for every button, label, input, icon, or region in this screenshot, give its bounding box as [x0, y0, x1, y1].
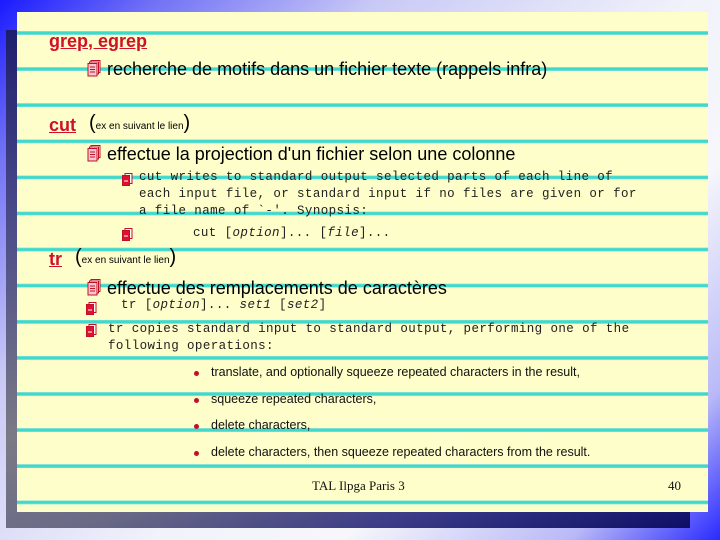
tr-description: effectue des remplacements de caractères — [107, 278, 447, 298]
bullet-item: delete characters, — [211, 418, 311, 432]
bullet-dot — [194, 424, 199, 429]
page-number: 40 — [668, 478, 681, 493]
tr-desc-line-1: tr copies standard input to standard out… — [108, 322, 630, 336]
tr-note: (ex en suivant le lien) — [75, 246, 177, 268]
cut-desc-line-2: each input file, or standard input if no… — [139, 187, 637, 201]
document-icon — [86, 302, 97, 320]
tr-synopsis: tr [option]... set1 [set2] — [121, 298, 327, 312]
document-stack-icon — [87, 145, 101, 167]
heading-link-grep[interactable]: grep, egrep — [49, 31, 147, 52]
slide-paper: grep, egrep recherche de motifs dans un … — [17, 12, 708, 512]
bullet-item: squeeze repeated characters, — [211, 392, 377, 406]
cut-desc-line-1: cut writes to standard output selected p… — [139, 170, 614, 184]
heading-link-tr[interactable]: tr — [49, 249, 62, 270]
document-icon — [122, 173, 133, 191]
bullet-item: delete characters, then squeeze repeated… — [211, 445, 591, 459]
document-icon — [86, 324, 97, 342]
cut-desc-line-3: a file name of `-'. Synopsis: — [139, 204, 369, 218]
grep-description: recherche de motifs dans un fichier text… — [107, 59, 548, 79]
cut-note: (ex en suivant le lien) — [89, 112, 191, 134]
document-icon — [122, 228, 133, 246]
document-stack-icon — [87, 60, 101, 82]
bullet-dot — [194, 451, 199, 456]
document-stack-icon — [87, 279, 101, 301]
heading-link-cut[interactable]: cut — [49, 115, 76, 136]
tr-note-text: ex en suivant le lien — [81, 255, 170, 266]
cut-description: effectue la projection d'un fichier selo… — [107, 144, 516, 164]
cut-synopsis: cut [option]... [file]... — [193, 226, 391, 240]
bullet-dot — [194, 371, 199, 376]
bullet-item: translate, and optionally squeeze repeat… — [211, 365, 580, 379]
footer-text: TAL Ilpga Paris 3 — [312, 478, 405, 493]
cut-note-text: ex en suivant le lien — [95, 121, 184, 132]
tr-desc-line-2: following operations: — [108, 339, 274, 353]
bullet-dot — [194, 398, 199, 403]
